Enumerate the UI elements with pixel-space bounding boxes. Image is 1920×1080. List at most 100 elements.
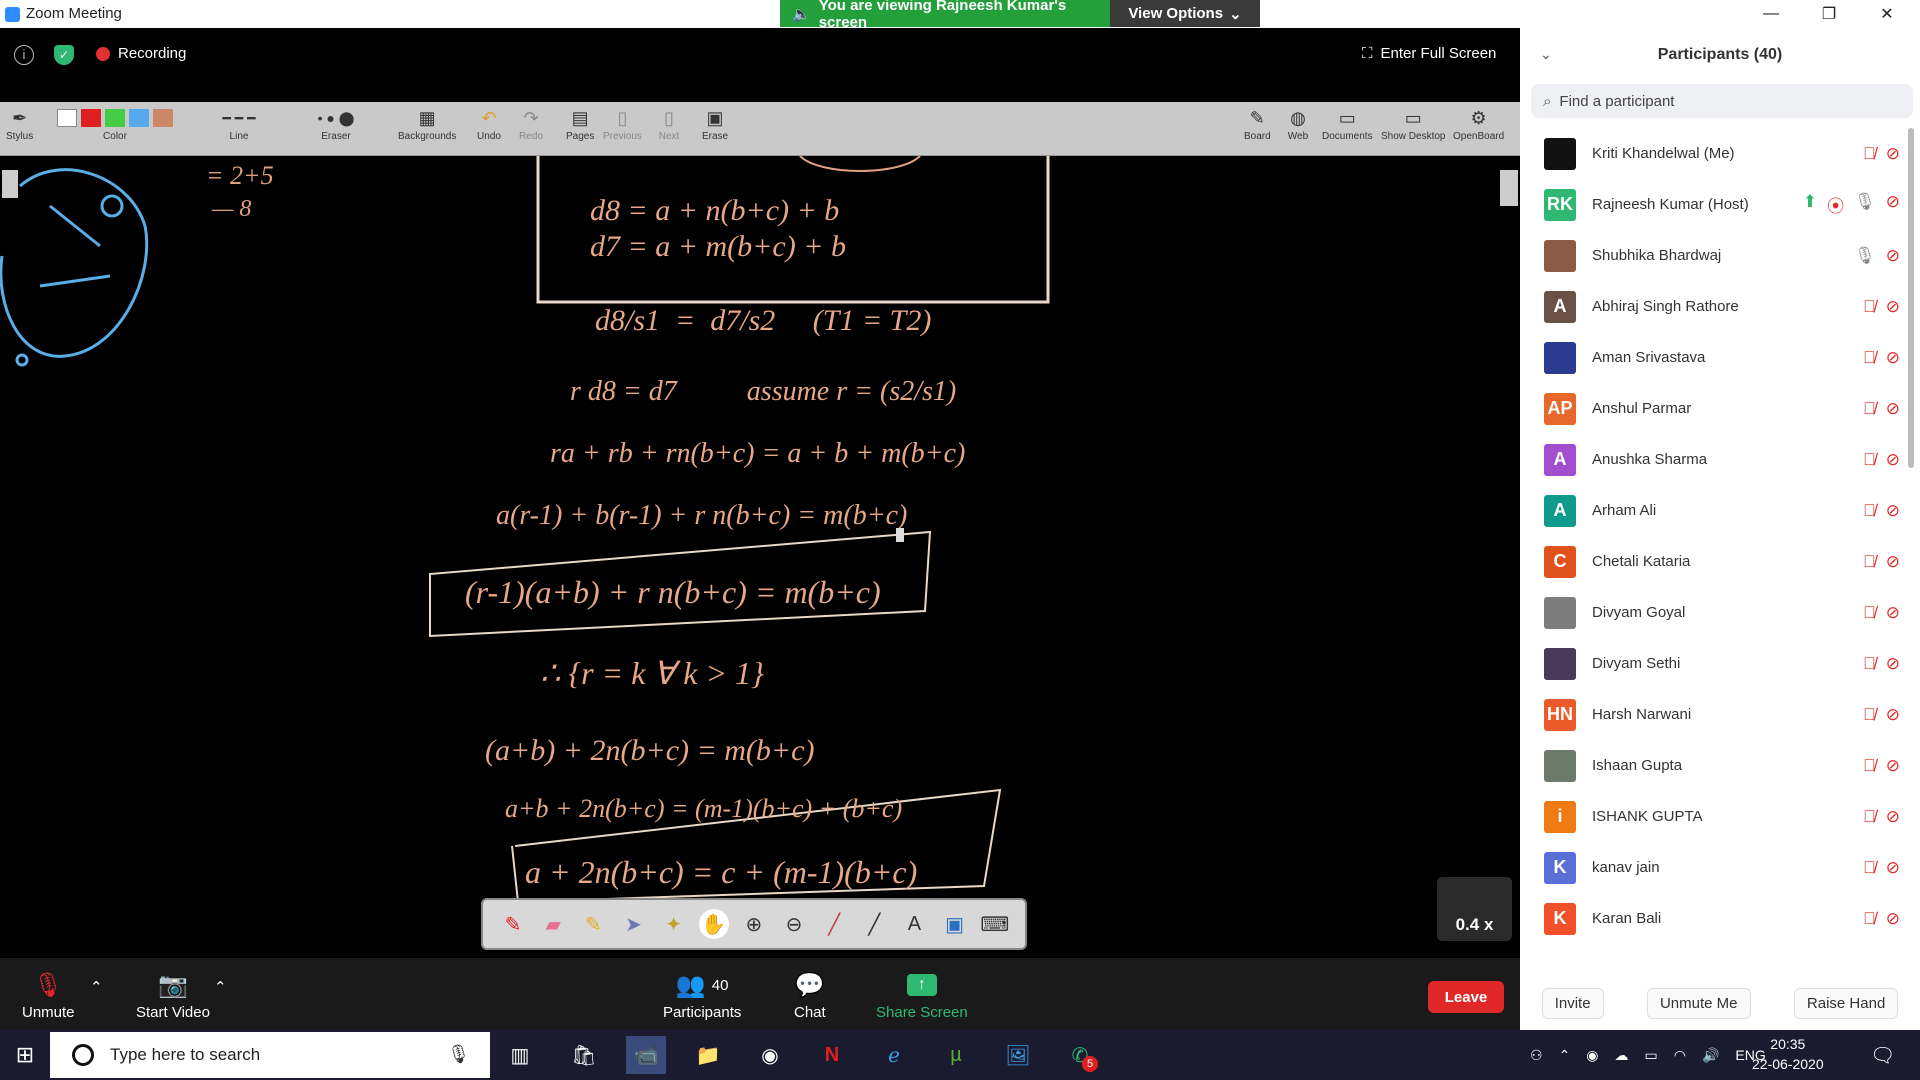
- tool-redo[interactable]: ↷ Redo: [518, 105, 544, 143]
- tool-next[interactable]: ▯ Next: [656, 105, 682, 143]
- participant-row[interactable]: HN Harsh Narwani 🎙̸ ⊘: [1520, 689, 1900, 740]
- share-screen-button[interactable]: ↑ Share Screen: [876, 970, 968, 1021]
- tool-documents[interactable]: ▭ Documents: [1322, 105, 1373, 143]
- netflix-icon[interactable]: N: [812, 1036, 852, 1074]
- pen-icon[interactable]: ✎: [498, 909, 528, 939]
- info-icon[interactable]: i: [14, 45, 34, 65]
- volume-icon[interactable]: 🔊: [1702, 1047, 1719, 1064]
- tool-undo[interactable]: ↶ Undo: [476, 105, 502, 143]
- right-panel-handle[interactable]: [1500, 170, 1518, 206]
- torrent-icon[interactable]: µ: [936, 1036, 976, 1074]
- highlighter-icon[interactable]: ✎: [578, 909, 608, 939]
- color-swatch-green[interactable]: [105, 109, 125, 127]
- capture-icon[interactable]: ▣: [940, 909, 970, 939]
- task-view-icon[interactable]: ▥: [500, 1036, 540, 1074]
- pointer-icon[interactable]: ➤: [618, 909, 648, 939]
- edge-icon[interactable]: ℯ: [874, 1036, 914, 1074]
- keyboard-icon[interactable]: ⌨: [980, 909, 1010, 939]
- participant-row[interactable]: AP Anshul Parmar 🎙̸ ⊘: [1520, 383, 1900, 434]
- participant-row[interactable]: Ishaan Gupta 🎙̸ ⊘: [1520, 740, 1900, 791]
- start-video-button[interactable]: 📷 Start Video: [136, 970, 210, 1022]
- tool-color[interactable]: Color: [48, 105, 182, 142]
- math-handwriting: d8 = a + n(b+c) + b d7 = a + m(b+c) + b …: [465, 194, 1090, 890]
- participant-row[interactable]: i ISHANK GUPTA 🎙̸ ⊘: [1520, 791, 1900, 842]
- start-button[interactable]: ⊞: [0, 1030, 50, 1080]
- clock[interactable]: 20:35 22-06-2020: [1752, 1034, 1824, 1074]
- tool-previous[interactable]: ▯ Previous: [603, 105, 642, 143]
- laser-icon[interactable]: ✦: [659, 909, 689, 939]
- close-button[interactable]: ✕: [1864, 0, 1910, 28]
- unmute-button[interactable]: 🎙 Unmute: [22, 970, 75, 1022]
- participant-row[interactable]: K Karan Bali 🎙̸ ⊘: [1520, 893, 1900, 944]
- chevron-up-icon[interactable]: ⌃: [1559, 1047, 1571, 1064]
- participant-search[interactable]: ⌕: [1531, 84, 1913, 118]
- participant-row[interactable]: C Chetali Kataria 🎙̸ ⊘: [1520, 536, 1900, 587]
- participant-row[interactable]: A Abhiraj Singh Rathore 🎙̸ ⊘: [1520, 281, 1900, 332]
- battery-icon[interactable]: ▭: [1645, 1047, 1658, 1064]
- video-off-icon: ⊘: [1885, 806, 1900, 826]
- eraser-icon[interactable]: ▰: [538, 909, 568, 939]
- participant-row[interactable]: Aman Srivastava 🎙̸ ⊘: [1520, 332, 1900, 383]
- tool-stylus[interactable]: ✒ Stylus: [6, 105, 33, 143]
- video-options-caret[interactable]: ⌃: [214, 978, 227, 996]
- whiteboard-canvas[interactable]: = 2+5 — 8 d8 = a + n(b+c) + b d7 = a + m…: [0, 156, 1520, 958]
- color-swatch-brown[interactable]: [153, 109, 173, 127]
- line-icon[interactable]: ╱: [859, 909, 889, 939]
- tool-openboard[interactable]: ⚙ OpenBoard: [1453, 105, 1504, 143]
- notifications-icon[interactable]: 🗨: [1870, 1032, 1895, 1078]
- invite-button[interactable]: Invite: [1541, 987, 1604, 1019]
- tool-board[interactable]: ✎ Board: [1244, 105, 1271, 143]
- participants-button[interactable]: 👥 40 Participants: [663, 970, 741, 1022]
- microphone-icon[interactable]: 🎙: [447, 1044, 470, 1065]
- file-explorer-icon[interactable]: 📁: [688, 1036, 728, 1074]
- participant-row[interactable]: Kkanav jain 🎙̸ ⊘: [1520, 842, 1900, 893]
- whatsapp-icon[interactable]: ✆ 5: [1060, 1036, 1100, 1074]
- taskbar-search[interactable]: Type here to search 🎙: [50, 1032, 490, 1078]
- search-input[interactable]: [1559, 92, 1890, 110]
- tool-show-desktop[interactable]: ▭ Show Desktop: [1381, 105, 1445, 143]
- wifi-icon[interactable]: ◠: [1674, 1047, 1686, 1064]
- participant-row[interactable]: Kriti Khandelwal (Me) 🎙̸ ⊘: [1520, 128, 1900, 179]
- shield-icon[interactable]: ✓: [54, 45, 74, 65]
- participant-row[interactable]: Divyam Goyal 🎙̸ ⊘: [1520, 587, 1900, 638]
- zoom-out-icon[interactable]: ⊖: [779, 909, 809, 939]
- leave-button[interactable]: Leave: [1428, 981, 1504, 1013]
- minimize-button[interactable]: —: [1748, 0, 1794, 28]
- view-options-button[interactable]: View Options ⌄: [1110, 0, 1260, 27]
- color-swatch-blue[interactable]: [129, 109, 149, 127]
- store-icon[interactable]: 🛍: [564, 1036, 604, 1074]
- color-swatch-red[interactable]: [81, 109, 101, 127]
- tool-eraser[interactable]: • ● ⬤ Eraser: [296, 105, 376, 143]
- zoom-indicator[interactable]: 0.4 x: [1437, 877, 1512, 941]
- participant-row[interactable]: Divyam Sethi 🎙̸ ⊘: [1520, 638, 1900, 689]
- zoom-icon[interactable]: 📹: [626, 1036, 666, 1074]
- audio-options-caret[interactable]: ⌃: [90, 978, 103, 996]
- chat-button[interactable]: 💬 Chat: [794, 970, 826, 1022]
- chrome-icon[interactable]: ◉: [750, 1036, 790, 1074]
- tool-pages[interactable]: ▤ Pages: [566, 105, 594, 143]
- participant-row[interactable]: A Arham Ali 🎙̸ ⊘: [1520, 485, 1900, 536]
- participant-row[interactable]: Shubhika Bhardwaj 🎙 ⊘: [1520, 230, 1900, 281]
- text-icon[interactable]: A: [899, 909, 929, 939]
- full-screen-button[interactable]: ⛶ Enter Full Screen: [1362, 45, 1496, 62]
- left-panel-handle[interactable]: [2, 170, 18, 198]
- tool-web[interactable]: ◍ Web: [1285, 105, 1311, 143]
- people-icon[interactable]: ⚇: [1530, 1047, 1543, 1064]
- photos-icon[interactable]: 🖼: [998, 1036, 1038, 1074]
- marker-icon[interactable]: ╱: [819, 909, 849, 939]
- hand-icon[interactable]: ✋: [698, 909, 729, 939]
- record-tray-icon[interactable]: ◉: [1586, 1047, 1598, 1064]
- recording-indicator[interactable]: Recording: [96, 45, 186, 62]
- tool-erase[interactable]: ▣ Erase: [702, 105, 728, 143]
- raise-hand-button[interactable]: Raise Hand: [1793, 987, 1899, 1019]
- tool-line[interactable]: ━ ━ ━ Line: [198, 105, 280, 143]
- unmute-me-button[interactable]: Unmute Me: [1646, 987, 1751, 1019]
- maximize-button[interactable]: ❐: [1806, 0, 1852, 28]
- participant-row[interactable]: RK Rajneesh Kumar (Host) ⬆ ⦿ 🎙 ⊘: [1520, 179, 1900, 230]
- scrollbar[interactable]: [1908, 128, 1914, 468]
- zoom-in-icon[interactable]: ⊕: [739, 909, 769, 939]
- cloud-icon[interactable]: ☁: [1615, 1047, 1629, 1064]
- color-swatch-white[interactable]: [57, 109, 77, 127]
- tool-backgrounds[interactable]: ▦ Backgrounds: [398, 105, 456, 143]
- participant-row[interactable]: A Anushka Sharma 🎙̸ ⊘: [1520, 434, 1900, 485]
